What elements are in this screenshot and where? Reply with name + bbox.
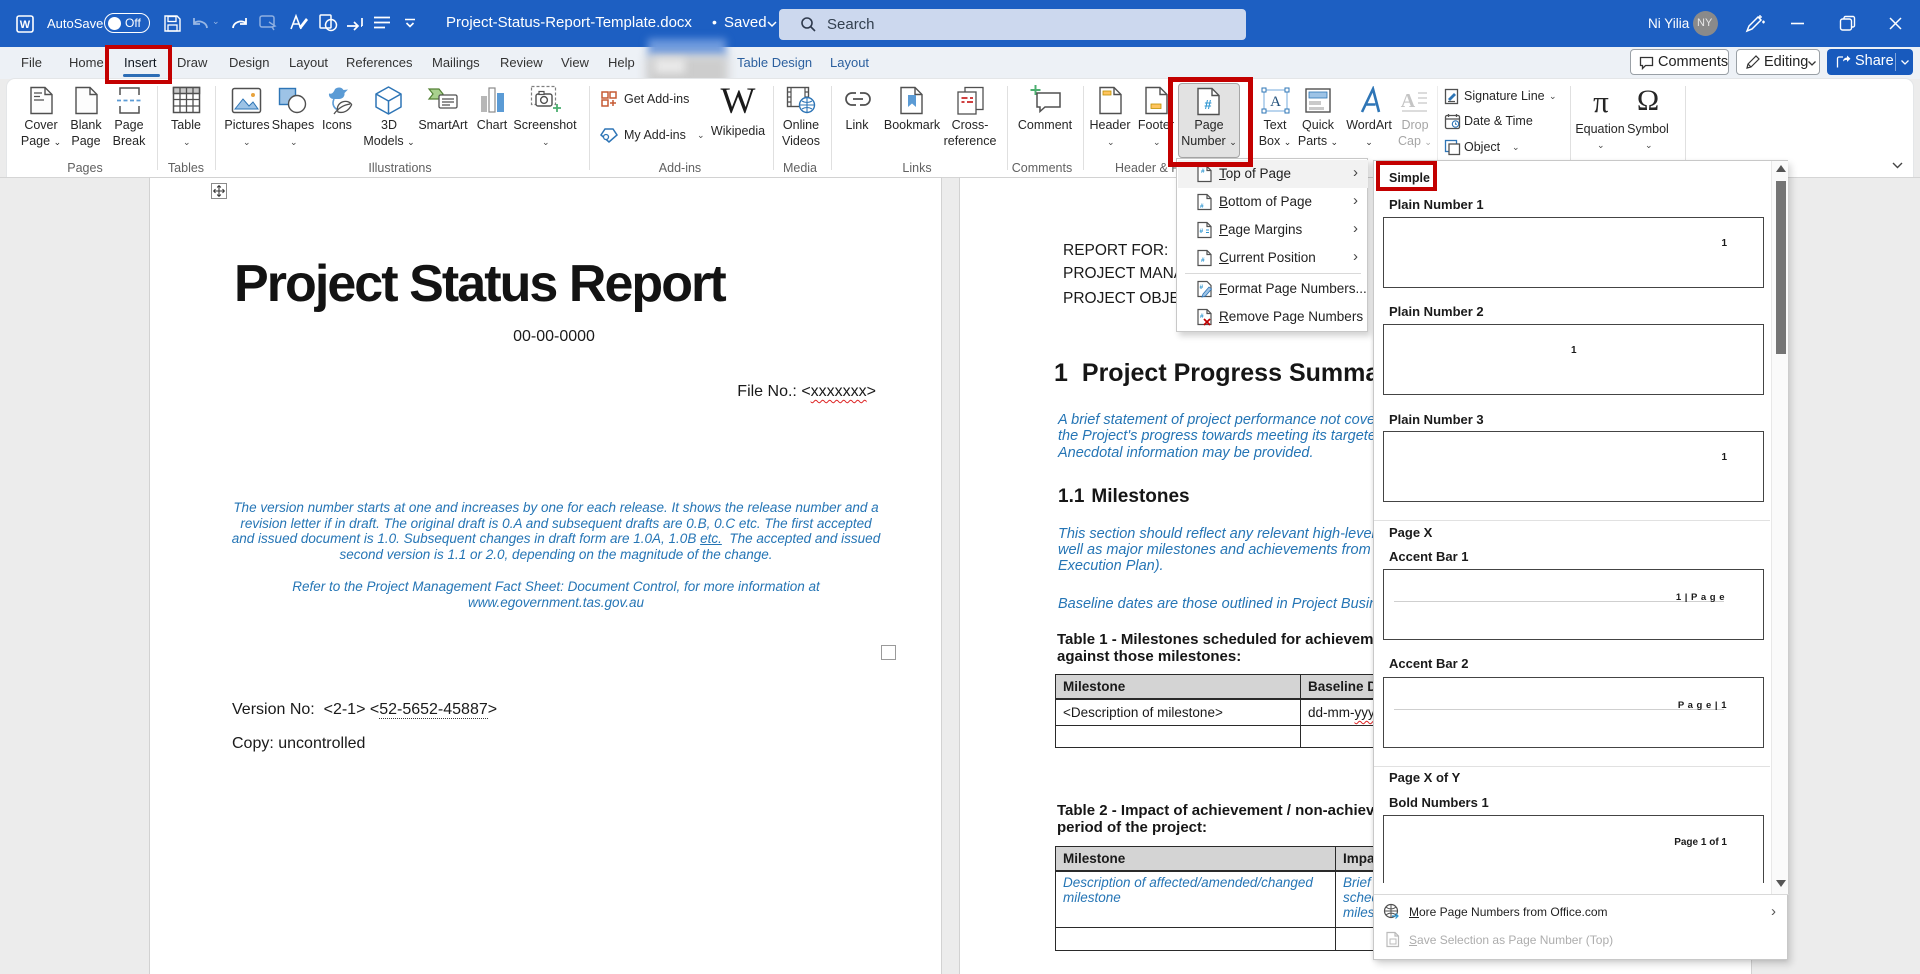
svg-text:A: A [1401,90,1416,112]
svg-text:#: # [1200,284,1204,291]
svg-text:#: # [1200,228,1204,235]
svg-text:#: # [1200,313,1204,320]
svg-text:#: # [1200,203,1204,210]
svg-text:#: # [1201,168,1205,175]
svg-text:#: # [1201,257,1205,264]
svg-text:A: A [1270,94,1281,110]
